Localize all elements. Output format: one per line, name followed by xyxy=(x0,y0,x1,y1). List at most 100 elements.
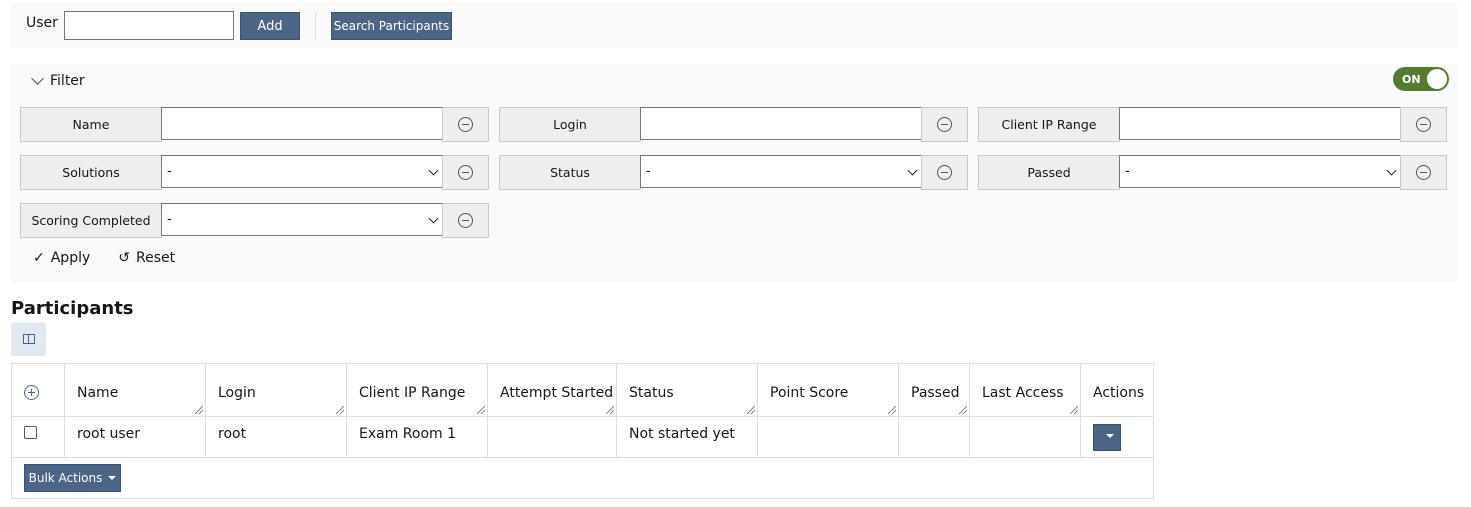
minus-circle-icon xyxy=(1416,165,1431,180)
bulk-actions-button[interactable]: Bulk Actions xyxy=(24,464,121,492)
toggle-label: ON xyxy=(1402,72,1421,86)
toggle-knob xyxy=(1427,69,1447,89)
remove-scoring-completed-filter-button[interactable] xyxy=(442,203,489,238)
apply-filter-button[interactable]: ✓ Apply xyxy=(33,250,90,266)
cell-passed xyxy=(899,417,970,457)
select-value: - xyxy=(167,212,172,227)
minus-circle-icon xyxy=(458,117,473,132)
resize-handle[interactable] xyxy=(477,406,485,414)
toolbar: User Add Search Participants xyxy=(11,2,1457,48)
cell-attempt-started xyxy=(488,417,617,457)
search-participants-button[interactable]: Search Participants xyxy=(331,12,452,40)
caret-down-icon xyxy=(108,476,117,480)
minus-circle-icon xyxy=(1416,117,1431,132)
name-filter-input[interactable] xyxy=(161,107,443,140)
cell-text: Exam Room 1 xyxy=(359,426,457,442)
column-header-label: Name xyxy=(77,385,119,401)
add-button[interactable]: Add xyxy=(240,12,300,40)
column-header-actions: Actions xyxy=(1081,364,1153,416)
user-input[interactable] xyxy=(64,11,234,40)
column-header-name[interactable]: Name xyxy=(65,364,206,416)
cell-text: root user xyxy=(77,426,141,442)
filter-row: Scoring Completed - xyxy=(20,203,500,238)
resize-handle[interactable] xyxy=(336,406,344,414)
reset-label: Reset xyxy=(136,250,176,266)
cell-last-access xyxy=(970,417,1081,457)
filter-label-passed: Passed xyxy=(978,155,1120,190)
resize-handle[interactable] xyxy=(959,406,967,414)
select-all-header xyxy=(12,364,65,416)
remove-solutions-filter-button[interactable] xyxy=(442,155,489,190)
client-ip-filter-input[interactable] xyxy=(1119,107,1401,140)
cell-login: root xyxy=(206,417,347,457)
column-header-label: Attempt Started xyxy=(500,385,614,401)
scoring-completed-select[interactable]: - xyxy=(161,203,443,236)
cell-name: root user xyxy=(65,417,206,457)
remove-passed-filter-button[interactable] xyxy=(1400,155,1447,190)
chevron-down-icon xyxy=(31,72,44,85)
remove-login-filter-button[interactable] xyxy=(921,107,968,142)
column-header-label: Passed xyxy=(911,385,960,401)
filter-toggle-header[interactable]: Filter xyxy=(31,72,85,89)
solutions-select[interactable]: - xyxy=(161,155,443,188)
filter-panel: Filter ON Name Login Client IP Range Sol… xyxy=(11,64,1457,282)
filter-label-login: Login xyxy=(499,107,641,142)
column-header-label: Status xyxy=(629,385,674,401)
remove-client-ip-filter-button[interactable] xyxy=(1400,107,1447,142)
select-value: - xyxy=(1125,164,1130,179)
passed-select[interactable]: - xyxy=(1119,155,1401,188)
remove-name-filter-button[interactable] xyxy=(442,107,489,142)
row-actions-dropdown[interactable] xyxy=(1093,424,1121,451)
column-header-label: Login xyxy=(218,385,256,401)
column-header-status[interactable]: Status xyxy=(617,364,758,416)
plus-circle-icon[interactable] xyxy=(24,385,39,400)
column-header-last-access[interactable]: Last Access xyxy=(970,364,1081,416)
login-filter-input[interactable] xyxy=(640,107,922,140)
column-header-client-ip[interactable]: Client IP Range xyxy=(347,364,488,416)
chevron-down-icon xyxy=(428,213,439,224)
column-selection-button[interactable] xyxy=(11,322,46,356)
row-checkbox[interactable] xyxy=(24,426,37,439)
cell-text: root xyxy=(218,426,247,442)
reset-icon: ↺ xyxy=(118,250,130,266)
column-header-passed[interactable]: Passed xyxy=(899,364,970,416)
filter-on-toggle[interactable]: ON xyxy=(1393,67,1449,91)
minus-circle-icon xyxy=(458,213,473,228)
status-select[interactable]: - xyxy=(640,155,922,188)
select-value: - xyxy=(167,164,172,179)
column-header-label: Actions xyxy=(1093,385,1145,401)
participants-table: Name Login Client IP Range Attempt Start… xyxy=(11,363,1154,499)
resize-handle[interactable] xyxy=(888,406,896,414)
select-value: - xyxy=(646,164,651,179)
resize-handle[interactable] xyxy=(1070,406,1078,414)
resize-handle[interactable] xyxy=(606,406,614,414)
minus-circle-icon xyxy=(937,117,952,132)
column-header-point-score[interactable]: Point Score xyxy=(758,364,899,416)
column-header-label: Point Score xyxy=(770,385,849,401)
table-header-row: Name Login Client IP Range Attempt Start… xyxy=(12,364,1153,417)
reset-filter-button[interactable]: ↺ Reset xyxy=(118,250,175,266)
check-icon: ✓ xyxy=(33,250,45,266)
column-header-attempt-started[interactable]: Attempt Started xyxy=(488,364,617,416)
row-select-cell xyxy=(12,417,65,457)
minus-circle-icon xyxy=(937,165,952,180)
resize-handle[interactable] xyxy=(747,406,755,414)
cell-point-score xyxy=(758,417,899,457)
cell-status: Not started yet xyxy=(617,417,758,457)
filter-row: Solutions - Status - Passed - xyxy=(20,155,1450,190)
filter-label-status: Status xyxy=(499,155,641,190)
chevron-down-icon xyxy=(428,165,439,176)
column-header-label: Last Access xyxy=(982,385,1064,401)
filter-actions: ✓ Apply ↺ Reset xyxy=(33,250,175,266)
toolbar-separator xyxy=(315,12,316,40)
caret-down-icon xyxy=(1106,434,1114,438)
columns-icon xyxy=(22,334,35,344)
filter-label-solutions: Solutions xyxy=(20,155,162,190)
resize-handle[interactable] xyxy=(195,406,203,414)
column-header-label: Client IP Range xyxy=(359,385,466,401)
remove-status-filter-button[interactable] xyxy=(921,155,968,190)
filter-label-scoring-completed: Scoring Completed xyxy=(20,203,162,238)
cell-text: Not started yet xyxy=(629,426,735,442)
table-row: root user root Exam Room 1 Not started y… xyxy=(12,417,1153,458)
column-header-login[interactable]: Login xyxy=(206,364,347,416)
